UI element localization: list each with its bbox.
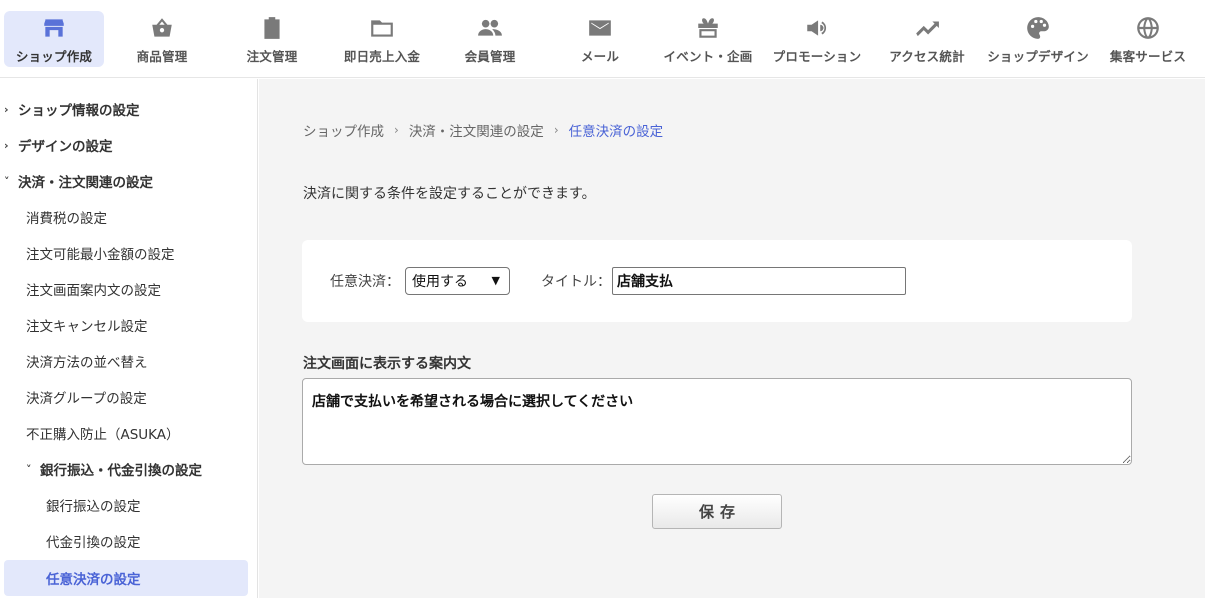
settings-card: 任意決済： 使用する ▼ タイトル： <box>302 240 1132 322</box>
sidebar-item-cod[interactable]: 代金引換の設定 <box>0 523 141 559</box>
basket-icon <box>147 13 177 43</box>
chevron-right-icon: › <box>394 123 399 137</box>
mail-icon <box>585 13 615 43</box>
top-navigation: ショップ作成 商品管理 注文管理 即日売上入金 会員管理 メール イベント・企画… <box>0 0 1205 78</box>
chevron-down-icon: ˅ <box>26 462 32 476</box>
breadcrumb-item-shop-create[interactable]: ショップ作成 <box>303 120 384 140</box>
chevron-right-icon: › <box>4 102 9 116</box>
sidebar-item-bank-transfer[interactable]: 銀行振込の設定 <box>0 487 141 523</box>
page-description: 決済に関する条件を設定することができます。 <box>303 186 596 202</box>
sidebar-item-design[interactable]: › デザインの設定 <box>0 127 113 163</box>
payment-select-value: 使用する <box>412 274 468 290</box>
sidebar-item-payment-group[interactable]: 決済グループの設定 <box>0 379 147 415</box>
breadcrumb-item-payment-order[interactable]: 決済・注文関連の設定 <box>409 120 544 140</box>
clipboard-icon <box>257 13 287 43</box>
folder-icon <box>367 13 397 43</box>
sidebar-item-optional-payment[interactable]: 任意決済の設定 <box>4 560 248 596</box>
sidebar-item-order-cancel[interactable]: 注文キャンセル設定 <box>0 307 148 343</box>
chevron-down-icon: ▼ <box>491 274 500 287</box>
guide-text-label: 注文画面に表示する案内文 <box>303 356 471 372</box>
breadcrumb: ショップ作成 › 決済・注文関連の設定 › 任意決済の設定 <box>303 120 663 140</box>
sidebar-item-min-order[interactable]: 注文可能最小金額の設定 <box>0 235 175 271</box>
payment-label: 任意決済： <box>330 274 400 290</box>
payment-select[interactable]: 使用する ▼ <box>405 267 510 295</box>
nav-shop-create[interactable]: ショップ作成 <box>4 11 104 67</box>
sidebar-item-fraud-prevention[interactable]: 不正購入防止（ASUKA） <box>0 415 180 451</box>
sidebar-item-order-guide[interactable]: 注文画面案内文の設定 <box>0 271 161 307</box>
nav-shop-design[interactable]: ショップデザイン <box>983 11 1093 67</box>
sidebar-item-payment-sort[interactable]: 決済方法の並べ替え <box>0 343 148 379</box>
gift-icon <box>693 13 723 43</box>
breadcrumb-item-current: 任意決済の設定 <box>568 124 664 140</box>
chevron-down-icon: ˅ <box>4 174 10 188</box>
sidebar-item-bank-cod[interactable]: ˅ 銀行振込・代金引換の設定 <box>0 451 202 487</box>
nav-mail[interactable]: メール <box>550 11 650 67</box>
nav-events[interactable]: イベント・企画 <box>658 11 758 67</box>
people-icon <box>475 13 505 43</box>
nav-order-management[interactable]: 注文管理 <box>222 11 322 67</box>
palette-icon <box>1023 13 1053 43</box>
sidebar: › ショップ情報の設定 › デザインの設定 ˅ 決済・注文関連の設定 消費税の設定 注… <box>0 79 258 598</box>
megaphone-icon <box>802 13 832 43</box>
sidebar-item-shop-info[interactable]: › ショップ情報の設定 <box>0 91 140 127</box>
nav-customer-acquisition[interactable]: 集客サービス <box>1098 11 1198 67</box>
save-button[interactable]: 保存 <box>652 494 782 529</box>
nav-access-stats[interactable]: アクセス統計 <box>877 11 977 67</box>
title-label: タイトル： <box>541 274 611 290</box>
sidebar-item-payment-order[interactable]: ˅ 決済・注文関連の設定 <box>0 163 153 199</box>
globe-icon <box>1133 13 1163 43</box>
guide-textarea[interactable]: 店舗で支払いを希望される場合に選択してください <box>302 378 1132 465</box>
shop-icon <box>39 13 69 43</box>
nav-same-day-payout[interactable]: 即日売上入金 <box>332 11 432 67</box>
chevron-right-icon: › <box>4 138 9 152</box>
main-content: ショップ作成 › 決済・注文関連の設定 › 任意決済の設定 決済に関する条件を設… <box>259 79 1205 598</box>
nav-member-management[interactable]: 会員管理 <box>440 11 540 67</box>
sidebar-item-tax[interactable]: 消費税の設定 <box>0 199 107 235</box>
chevron-right-icon: › <box>553 123 559 137</box>
title-input[interactable] <box>612 267 906 295</box>
trending-up-icon <box>912 13 942 43</box>
nav-promotion[interactable]: プロモーション <box>767 11 867 67</box>
nav-product-management[interactable]: 商品管理 <box>112 11 212 67</box>
